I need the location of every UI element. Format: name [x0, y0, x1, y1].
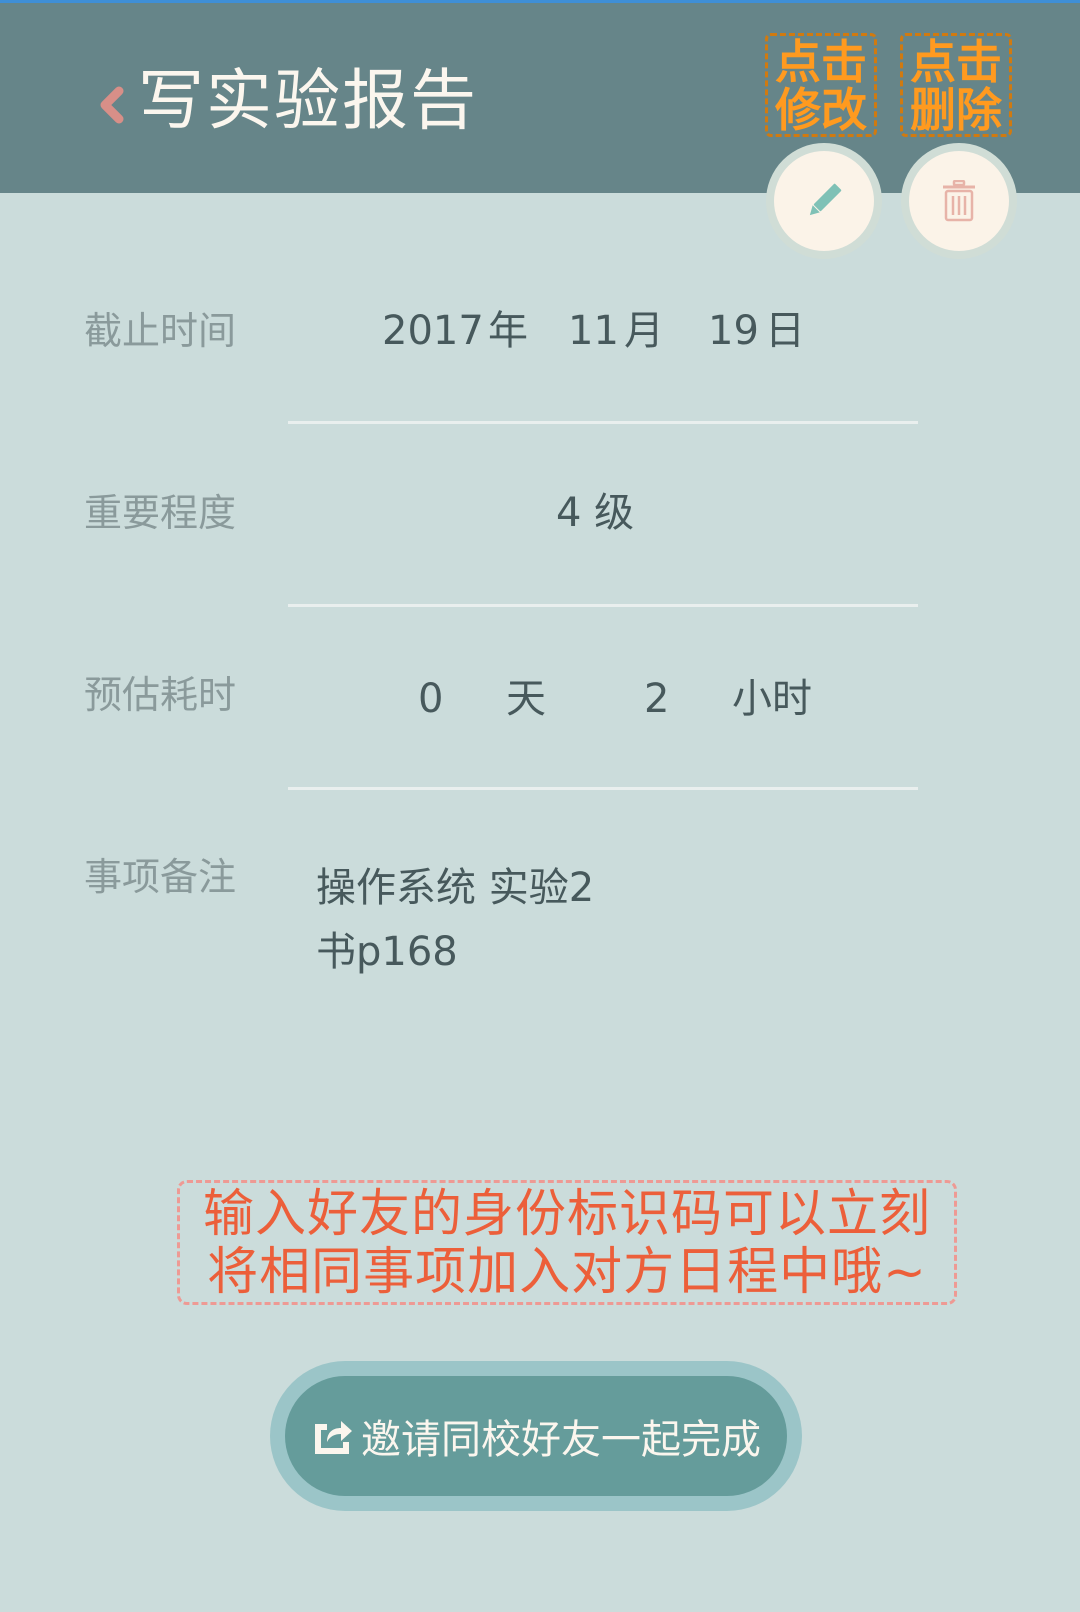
deadline-day-unit: 日	[765, 308, 805, 354]
notes-line-2: 书p168	[316, 929, 458, 975]
deadline-month[interactable]: 11	[568, 306, 619, 356]
deadline-year-unit: 年	[488, 308, 528, 354]
divider	[288, 604, 918, 607]
edit-hint-line-2: 修改	[775, 83, 867, 137]
invite-button-ring: 邀请同校好友一起完成	[270, 1361, 802, 1511]
edit-hint-label: 点击 修改	[765, 33, 877, 137]
pencil-icon	[809, 183, 842, 216]
notes-label: 事项备注	[84, 855, 237, 899]
notes-line-1: 操作系统 实验2	[316, 865, 595, 911]
delete-hint-label: 点击 删除	[900, 33, 1012, 137]
deadline-day[interactable]: 19	[708, 306, 759, 356]
divider	[288, 787, 918, 790]
edit-button[interactable]	[766, 143, 882, 259]
invite-tip: 输入好友的身份标识码可以立刻 将相同事项加入对方日程中哦~	[177, 1180, 957, 1305]
delete-button[interactable]	[901, 143, 1017, 259]
duration-days-unit: 天	[506, 676, 546, 722]
divider	[288, 421, 918, 424]
page-title: 写实验报告	[138, 62, 478, 139]
share-icon	[315, 1421, 352, 1454]
importance-value[interactable]: 4 级	[556, 488, 634, 538]
duration-hours[interactable]: 2	[644, 674, 669, 724]
delete-hint-line-2: 删除	[910, 83, 1002, 137]
trash-icon	[943, 180, 975, 222]
notes-text[interactable]: 操作系统 实验2 书p168	[316, 856, 876, 984]
invite-friend-button[interactable]: 邀请同校好友一起完成	[285, 1376, 787, 1496]
back-button[interactable]	[92, 85, 132, 125]
chevron-left-icon	[100, 86, 124, 124]
invite-button-label: 邀请同校好友一起完成	[361, 1417, 761, 1463]
duration-hours-unit: 小时	[732, 676, 812, 722]
edit-hint-line-1: 点击	[775, 35, 867, 89]
deadline-label: 截止时间	[84, 309, 237, 353]
deadline-month-unit: 月	[624, 308, 664, 354]
duration-label: 预估耗时	[84, 673, 237, 717]
tip-line-1: 输入好友的身份标识码可以立刻	[202, 1185, 931, 1244]
tip-line-2: 将相同事项加入对方日程中哦~	[207, 1243, 927, 1302]
deadline-year[interactable]: 2017	[382, 306, 484, 356]
importance-label: 重要程度	[84, 491, 237, 535]
delete-hint-line-1: 点击	[910, 35, 1002, 89]
duration-days[interactable]: 0	[418, 674, 443, 724]
